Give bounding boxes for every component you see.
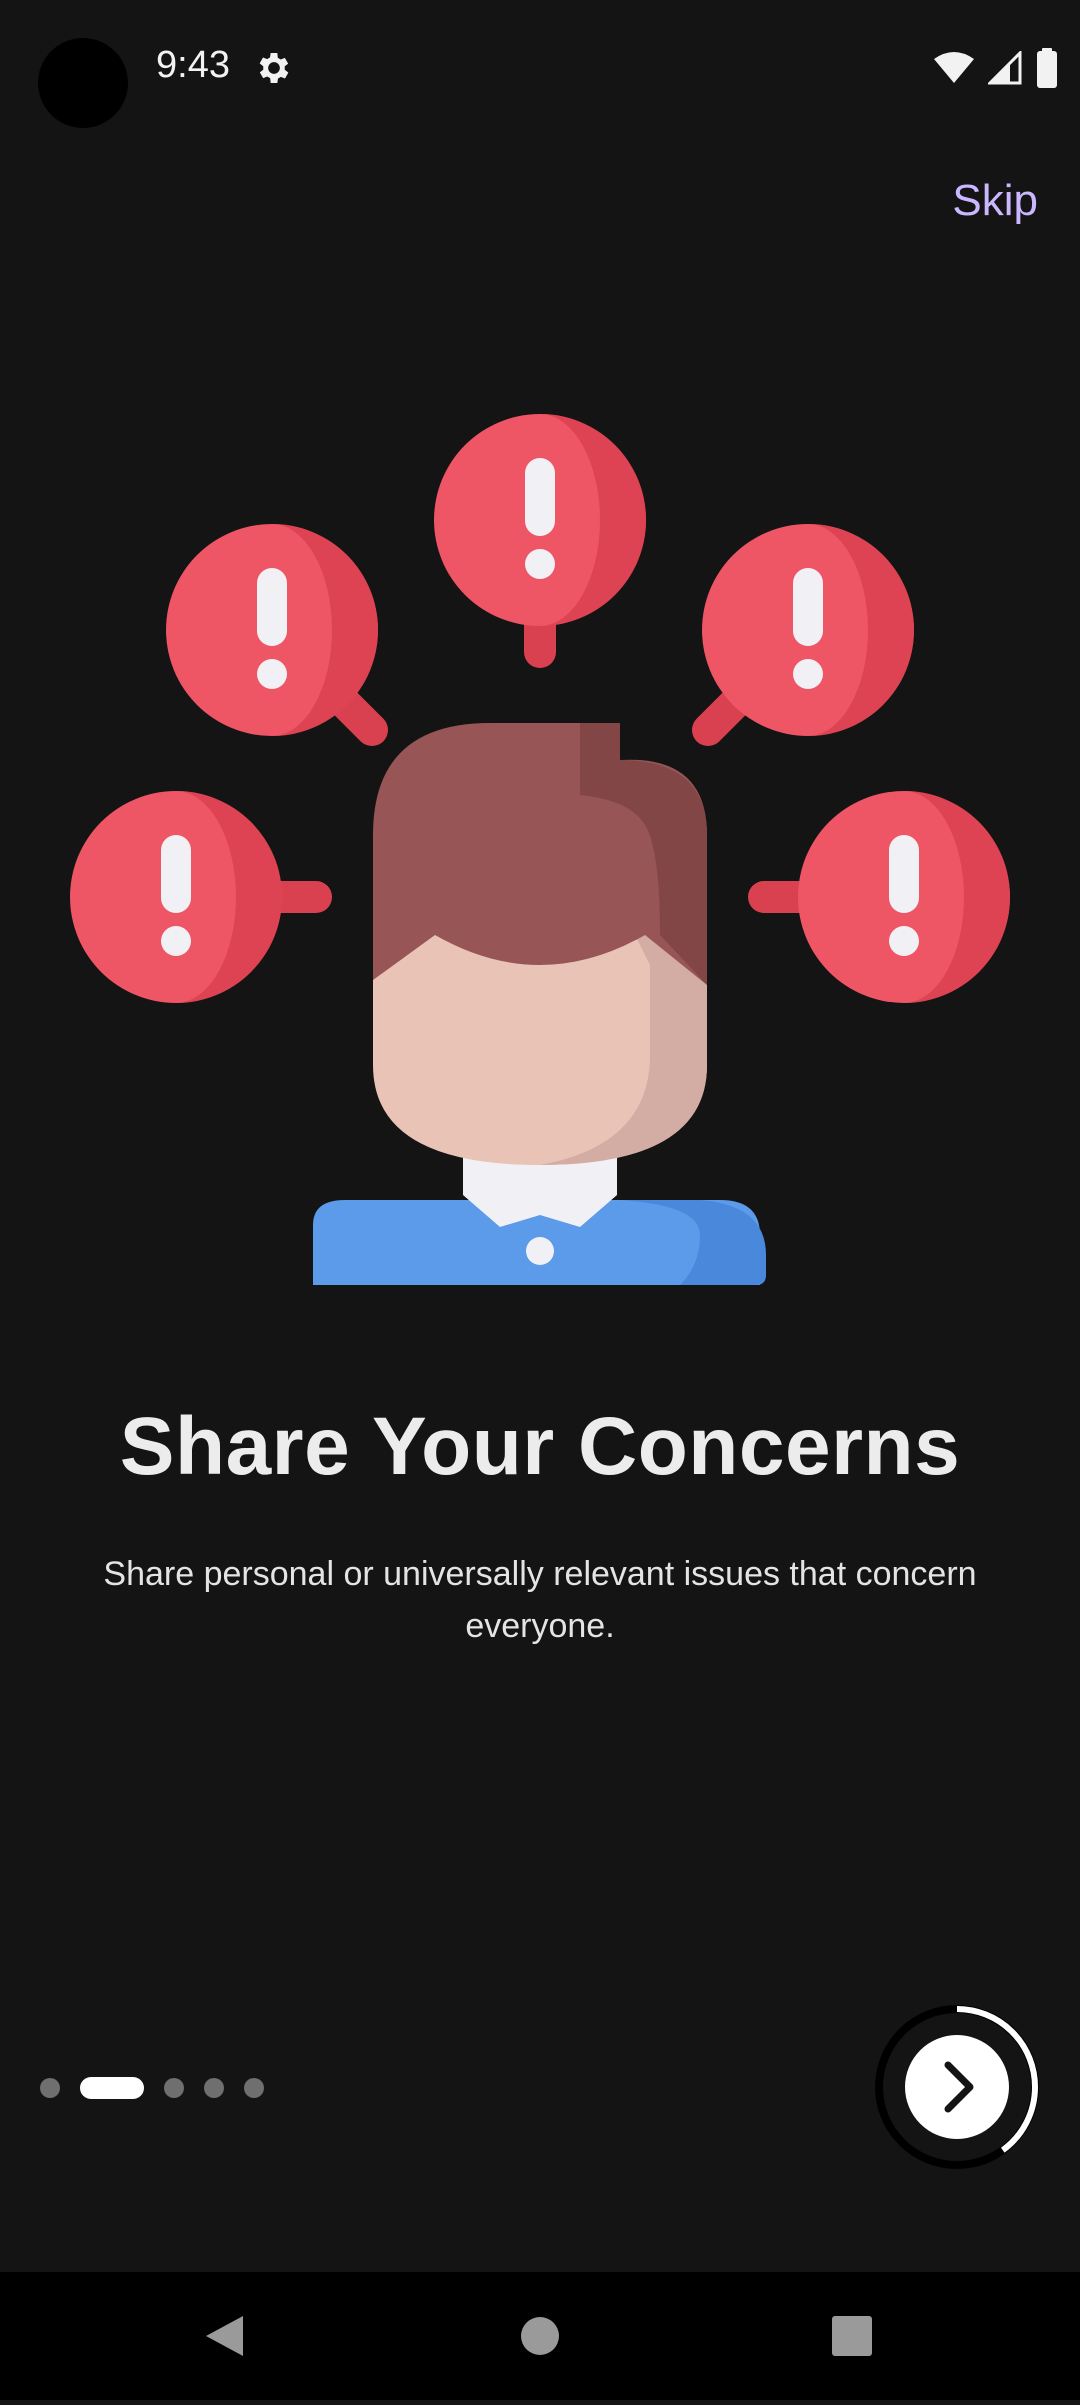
- back-triangle-icon[interactable]: [206, 2316, 243, 2356]
- alert-bubble-icon: [70, 791, 332, 1003]
- battery-icon: [1037, 48, 1057, 88]
- page-dot-active[interactable]: [80, 2077, 144, 2099]
- home-circle-icon[interactable]: [521, 2317, 559, 2355]
- settings-gear-icon: [259, 53, 289, 83]
- cellular-signal-icon: [988, 51, 1022, 85]
- person-avatar-icon: [313, 723, 766, 1285]
- page-indicator: [40, 2076, 264, 2100]
- system-nav-bar: [0, 2272, 1080, 2400]
- onboarding-title: Share Your Concerns: [119, 1401, 961, 1492]
- concerns-illustration: [70, 414, 1010, 1285]
- onboarding-description: Share personal or universally relevant i…: [103, 1555, 977, 1645]
- status-time: 9:43: [156, 44, 230, 86]
- page-dot[interactable]: [204, 2078, 224, 2098]
- wifi-icon: [934, 52, 974, 83]
- alert-bubble-icon: [748, 791, 1010, 1003]
- page-dot[interactable]: [164, 2078, 184, 2098]
- page-dot[interactable]: [244, 2078, 264, 2098]
- page-dot[interactable]: [40, 2078, 60, 2098]
- alert-bubble-icon: [434, 414, 646, 668]
- alert-bubble-icon: [692, 524, 914, 746]
- alert-bubble-icon: [166, 524, 388, 746]
- camera-cutout: [38, 38, 128, 128]
- progress-ring: [875, 2005, 1039, 2169]
- next-button[interactable]: [872, 2002, 1042, 2172]
- skip-button[interactable]: Skip: [952, 176, 1038, 226]
- status-icons: [934, 46, 1058, 90]
- recents-square-icon[interactable]: [832, 2316, 872, 2356]
- status-bar: 9:43: [0, 0, 1080, 140]
